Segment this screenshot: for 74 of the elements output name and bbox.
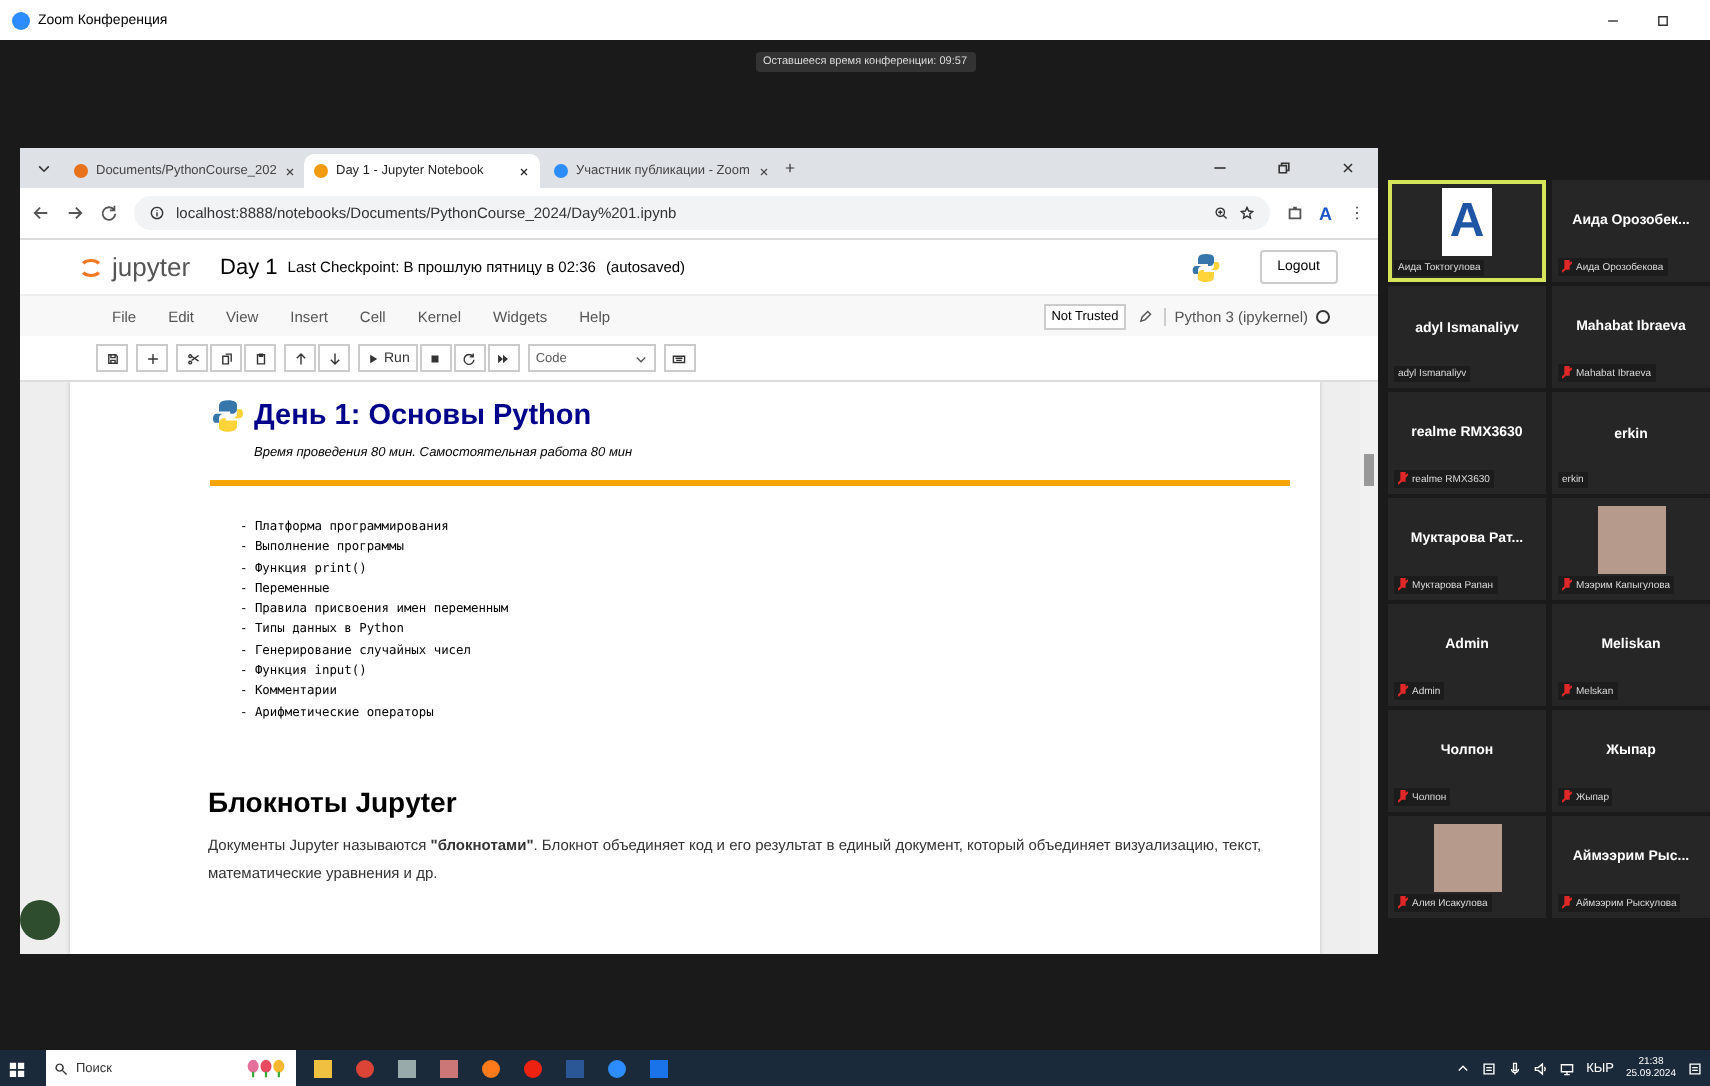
tray-caret-icon[interactable] — [1456, 1061, 1471, 1075]
info-icon — [150, 206, 164, 220]
plus-icon — [145, 351, 159, 365]
stop-button[interactable] — [419, 344, 452, 372]
muted-mic-icon — [1398, 472, 1408, 486]
arrow-down-icon — [327, 351, 341, 365]
muted-mic-icon — [1562, 684, 1572, 698]
restore-icon[interactable] — [1276, 160, 1292, 176]
reload-icon[interactable] — [100, 204, 118, 222]
microphone-icon[interactable] — [1508, 1061, 1523, 1075]
muted-mic-icon — [1562, 578, 1572, 592]
copy-button[interactable] — [210, 344, 242, 372]
muted-mic-icon — [1398, 684, 1408, 698]
scissors-icon — [185, 351, 199, 365]
jupyter-logo-icon — [80, 253, 102, 281]
keyboard-icon — [672, 351, 687, 365]
photo-placeholder — [1597, 505, 1665, 573]
run-all-button[interactable] — [487, 344, 520, 372]
muted-mic-icon — [1398, 790, 1408, 804]
kernel-status-icon — [1316, 309, 1330, 323]
move-down-button[interactable] — [318, 344, 350, 372]
jupyter-logo-text[interactable]: jupyter — [112, 252, 191, 282]
tray-app-icon[interactable] — [1482, 1061, 1497, 1075]
muted-mic-icon — [1562, 896, 1572, 910]
fast-forward-icon — [496, 351, 511, 365]
profile-icon[interactable]: A — [1319, 203, 1332, 223]
copy-icon — [219, 351, 233, 365]
star-icon[interactable] — [1239, 206, 1253, 220]
search-icon — [54, 1061, 68, 1075]
restart-button[interactable] — [453, 344, 486, 372]
notebook-name[interactable]: Day 1 — [220, 255, 278, 279]
cut-button[interactable] — [176, 344, 208, 372]
pencil-icon[interactable] — [1138, 309, 1153, 323]
paste-button[interactable] — [244, 344, 276, 372]
maximize-icon[interactable] — [1656, 13, 1670, 27]
close-icon[interactable] — [1340, 160, 1356, 176]
notebook-heading: День 1: Основы Python — [254, 400, 592, 432]
back-icon[interactable] — [32, 204, 50, 222]
tab-favicon-icon — [554, 164, 568, 178]
muted-mic-icon — [1562, 366, 1572, 380]
chevron-down-icon — [633, 351, 648, 365]
avatar-image: A — [1442, 188, 1492, 256]
section-heading: Блокноты Jupyter — [208, 785, 459, 818]
close-tab-icon[interactable] — [284, 165, 297, 177]
close-tab-icon[interactable] — [758, 165, 770, 177]
muted-mic-icon — [1398, 896, 1408, 910]
add-cell-button[interactable] — [136, 344, 168, 372]
windows-start-icon[interactable] — [8, 1059, 26, 1077]
python-logo-icon — [1189, 251, 1222, 283]
muted-mic-icon — [1562, 260, 1572, 274]
muted-mic-icon — [1562, 790, 1572, 804]
new-tab-icon[interactable] — [784, 162, 796, 174]
tulips-icon — [244, 1058, 288, 1078]
stop-icon — [428, 351, 443, 365]
tab-favicon-icon — [314, 164, 328, 178]
save-button[interactable] — [96, 344, 128, 372]
play-icon — [366, 351, 380, 365]
save-icon — [105, 351, 119, 365]
clipboard-icon — [253, 351, 267, 365]
muted-mic-icon — [1398, 578, 1408, 592]
tab-favicon-icon — [74, 164, 88, 178]
close-tab-icon[interactable] — [518, 165, 530, 177]
tab-list-icon[interactable] — [36, 160, 52, 176]
zoom-icon[interactable] — [1213, 206, 1227, 220]
forward-icon[interactable] — [66, 204, 84, 222]
photo-placeholder — [1433, 823, 1501, 891]
restart-icon — [462, 351, 477, 365]
arrow-up-icon — [293, 351, 307, 365]
notification-icon[interactable] — [1688, 1061, 1702, 1075]
move-up-button[interactable] — [284, 344, 316, 372]
zoom-logo-icon — [12, 11, 30, 29]
keyboard-button[interactable] — [663, 344, 696, 372]
python-logo-icon — [210, 398, 246, 434]
speaker-icon[interactable] — [1534, 1061, 1549, 1075]
